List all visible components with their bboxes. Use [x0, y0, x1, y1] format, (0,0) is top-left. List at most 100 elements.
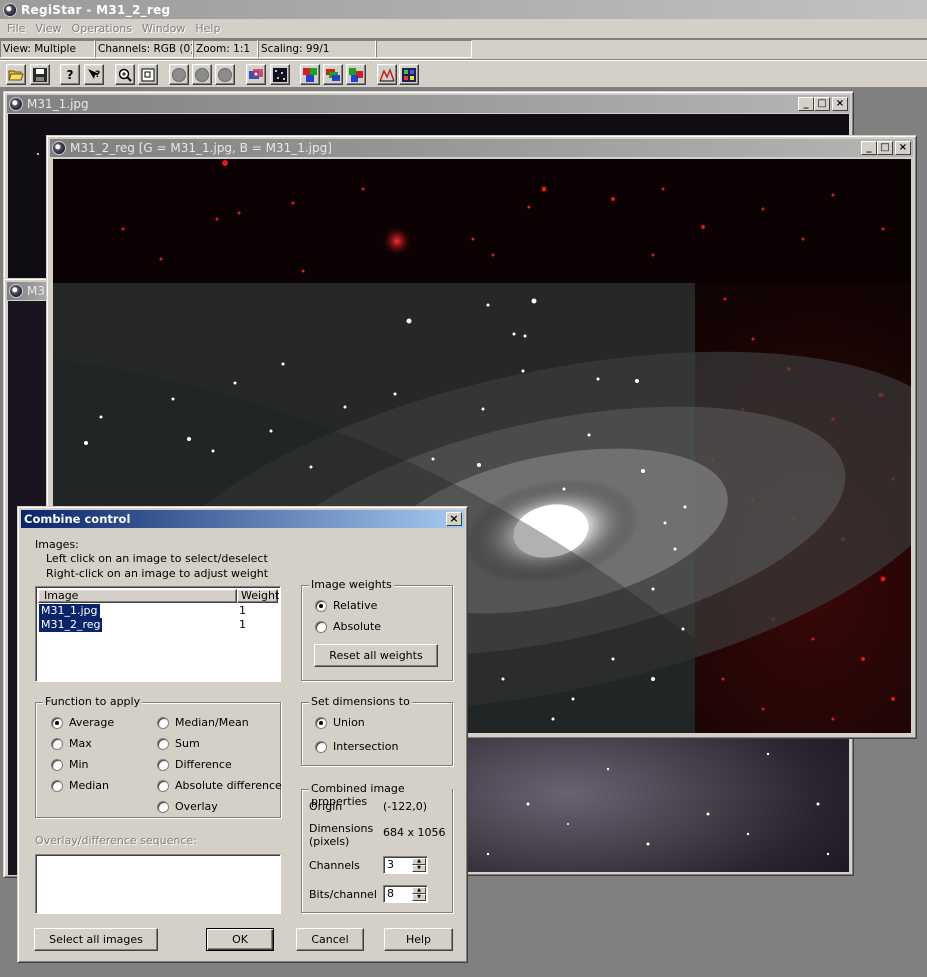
- minimize-icon[interactable]: _: [798, 97, 814, 111]
- app-title-bar: RegiStar - M31_2_reg: [0, 0, 927, 19]
- union-radio[interactable]: Union: [315, 716, 365, 729]
- channels-value: 3: [387, 858, 394, 871]
- sum-radio[interactable]: Sum: [157, 737, 200, 750]
- circle-2-icon[interactable]: [192, 64, 212, 85]
- help-button[interactable]: Help: [384, 928, 453, 951]
- select-all-images-button[interactable]: Select all images: [34, 928, 158, 951]
- maximize-icon[interactable]: □: [814, 97, 830, 111]
- dimensions-unit-label: (pixels): [309, 835, 350, 848]
- context-help-icon[interactable]: ?: [84, 64, 104, 85]
- max-radio[interactable]: Max: [51, 737, 92, 750]
- channels-icon[interactable]: [346, 64, 366, 85]
- status-bar: View: Multiple Channels: RGB (0) Zoom: 1…: [0, 40, 927, 59]
- minimize-icon[interactable]: _: [861, 141, 877, 155]
- help-icon[interactable]: ?: [60, 64, 80, 85]
- fit-icon[interactable]: [138, 64, 158, 85]
- function-group: Function to apply Average Max Min Median…: [35, 695, 282, 818]
- circle-3-icon[interactable]: [215, 64, 235, 85]
- properties-group: Combined image properties Origin (-122,0…: [301, 782, 453, 913]
- circle-1-icon[interactable]: [169, 64, 189, 85]
- combine-control-dialog: Combine control × Images: Left click on …: [17, 506, 468, 963]
- absolute-radio[interactable]: Absolute: [315, 620, 381, 633]
- menu-view[interactable]: View: [30, 22, 66, 35]
- cancel-button[interactable]: Cancel: [296, 928, 364, 951]
- window-m31-2-reg-titlebar[interactable]: M31_2_reg [G = M31_1.jpg, B = M31_1.jpg]…: [50, 139, 913, 157]
- rgb-icon[interactable]: [323, 64, 343, 85]
- absolute-difference-radio[interactable]: Absolute difference: [157, 779, 282, 792]
- bits-label: Bits/channel: [309, 888, 377, 901]
- app-title: RegiStar - M31_2_reg: [21, 2, 171, 17]
- column-header-image[interactable]: Image: [38, 589, 237, 603]
- open-icon[interactable]: [6, 64, 26, 85]
- window-icon: [9, 284, 23, 298]
- reset-weights-button[interactable]: Reset all weights: [314, 644, 438, 667]
- dialog-title: Combine control: [24, 512, 131, 526]
- menu-window[interactable]: Window: [137, 22, 190, 35]
- dimensions-value: 684 x 1056: [383, 826, 446, 839]
- images-label: Images:: [35, 538, 79, 551]
- pattern-icon[interactable]: [399, 64, 419, 85]
- menu-file[interactable]: File: [2, 22, 30, 35]
- intersection-radio[interactable]: Intersection: [315, 740, 398, 753]
- image-weights-title: Image weights: [309, 578, 394, 591]
- channels-stepper[interactable]: 3 ▲ ▼: [383, 856, 428, 874]
- dimensions-group-title: Set dimensions to: [309, 695, 412, 708]
- status-zoom: Zoom: 1:1: [193, 40, 258, 58]
- channels-label: Channels: [309, 859, 360, 872]
- overlay-radio[interactable]: Overlay: [157, 800, 218, 813]
- function-group-title: Function to apply: [43, 695, 143, 708]
- status-channels: Channels: RGB (0): [95, 40, 193, 58]
- close-icon[interactable]: ×: [895, 141, 911, 155]
- dimensions-group: Set dimensions to Union Intersection: [301, 695, 453, 766]
- median-mean-radio[interactable]: Median/Mean: [157, 716, 249, 729]
- register-icon[interactable]: [246, 64, 266, 85]
- close-icon[interactable]: ×: [446, 512, 462, 526]
- overlay-sequence-box[interactable]: [35, 854, 281, 914]
- menu-help[interactable]: Help: [190, 22, 225, 35]
- grid-icon[interactable]: [270, 64, 290, 85]
- spin-arrows-icon[interactable]: ▲ ▼: [412, 887, 426, 901]
- relative-radio[interactable]: Relative: [315, 599, 377, 612]
- overlay-sequence-label: Overlay/difference sequence:: [35, 834, 197, 847]
- menu-bar: File View Operations Window Help: [0, 19, 927, 38]
- difference-radio[interactable]: Difference: [157, 758, 232, 771]
- images-hint-weight: Right-click on an image to adjust weight: [46, 567, 269, 580]
- zoom-icon[interactable]: [115, 64, 135, 85]
- images-hint-select: Left click on an image to select/deselec…: [46, 552, 268, 565]
- app-icon[interactable]: [3, 2, 17, 17]
- average-radio[interactable]: Average: [51, 716, 114, 729]
- list-item-weight: 1: [239, 618, 246, 631]
- svg-text:?: ?: [95, 70, 100, 80]
- image-weights-group: Image weights Relative Absolute Reset al…: [301, 578, 453, 681]
- list-item-weight: 1: [239, 604, 246, 617]
- origin-value: (-122,0): [383, 800, 428, 813]
- menu-operations[interactable]: Operations: [67, 22, 137, 35]
- image-list[interactable]: Image Weight M31_1.jpg 1 M31_2_reg 1: [35, 586, 281, 682]
- save-icon[interactable]: [30, 64, 50, 85]
- bits-value: 8: [387, 887, 394, 900]
- toolbar: ? ?: [0, 60, 927, 88]
- combine-icon[interactable]: [300, 64, 320, 85]
- maximize-icon[interactable]: □: [877, 141, 893, 155]
- close-icon[interactable]: ×: [832, 97, 848, 111]
- list-item-image: M31_2_reg: [39, 618, 102, 632]
- min-radio[interactable]: Min: [51, 758, 89, 771]
- bits-stepper[interactable]: 8 ▲ ▼: [383, 885, 428, 903]
- origin-label: Origin: [309, 800, 343, 813]
- list-item[interactable]: M31_1.jpg 1: [39, 604, 278, 618]
- spin-arrows-icon[interactable]: ▲ ▼: [412, 858, 426, 872]
- median-radio[interactable]: Median: [51, 779, 109, 792]
- dimensions-label: Dimensions: [309, 822, 374, 835]
- status-view: View: Multiple: [0, 40, 95, 58]
- list-item-image: M31_1.jpg: [39, 604, 100, 618]
- dialog-titlebar[interactable]: Combine control ×: [21, 510, 464, 528]
- window-m31-1-titlebar[interactable]: M31_1.jpg _ □ ×: [7, 95, 850, 113]
- ok-button[interactable]: OK: [206, 928, 274, 951]
- list-item[interactable]: M31_2_reg 1: [39, 618, 278, 632]
- window-m31-1-title: M31_1.jpg: [27, 97, 89, 111]
- status-extra: [376, 40, 472, 58]
- window-m31-2-reg-title: M31_2_reg [G = M31_1.jpg, B = M31_1.jpg]: [70, 141, 332, 155]
- histogram-icon[interactable]: [377, 64, 397, 85]
- status-scaling: Scaling: 99/1: [258, 40, 376, 58]
- column-header-weight[interactable]: Weight: [237, 589, 279, 603]
